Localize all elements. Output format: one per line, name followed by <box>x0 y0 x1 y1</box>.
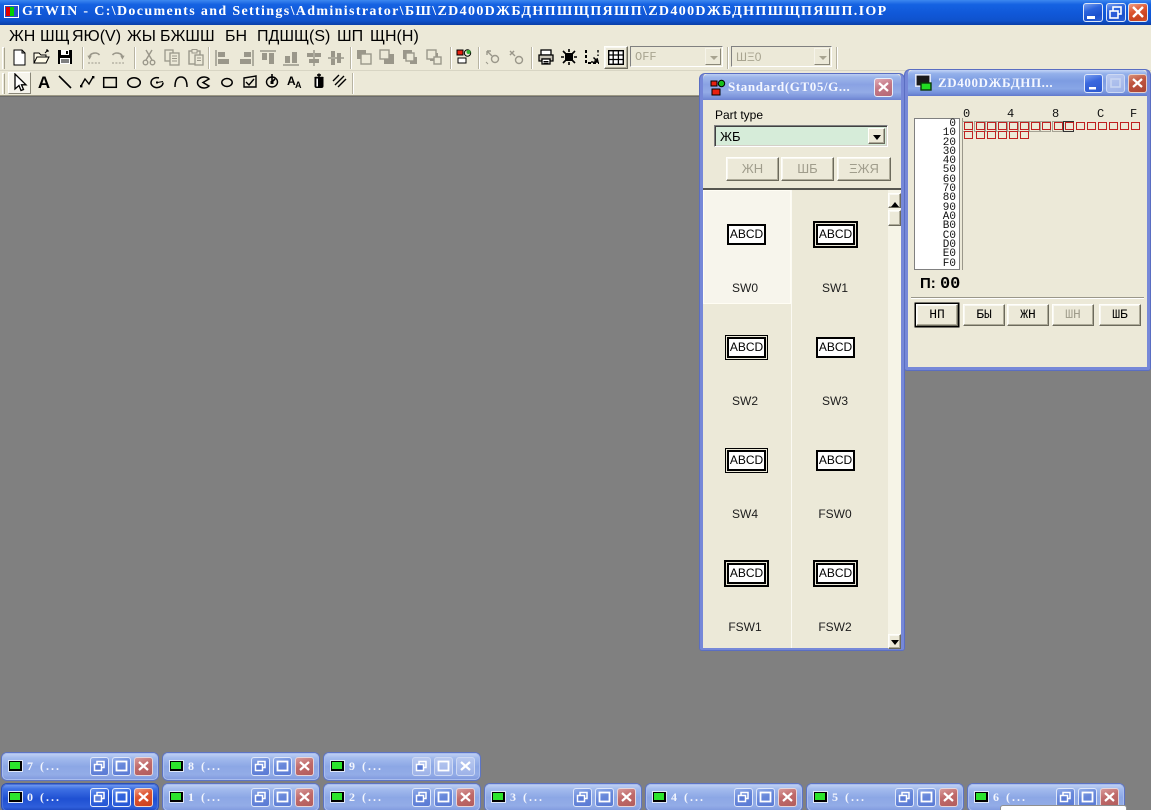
svg-text:A: A <box>295 80 302 90</box>
